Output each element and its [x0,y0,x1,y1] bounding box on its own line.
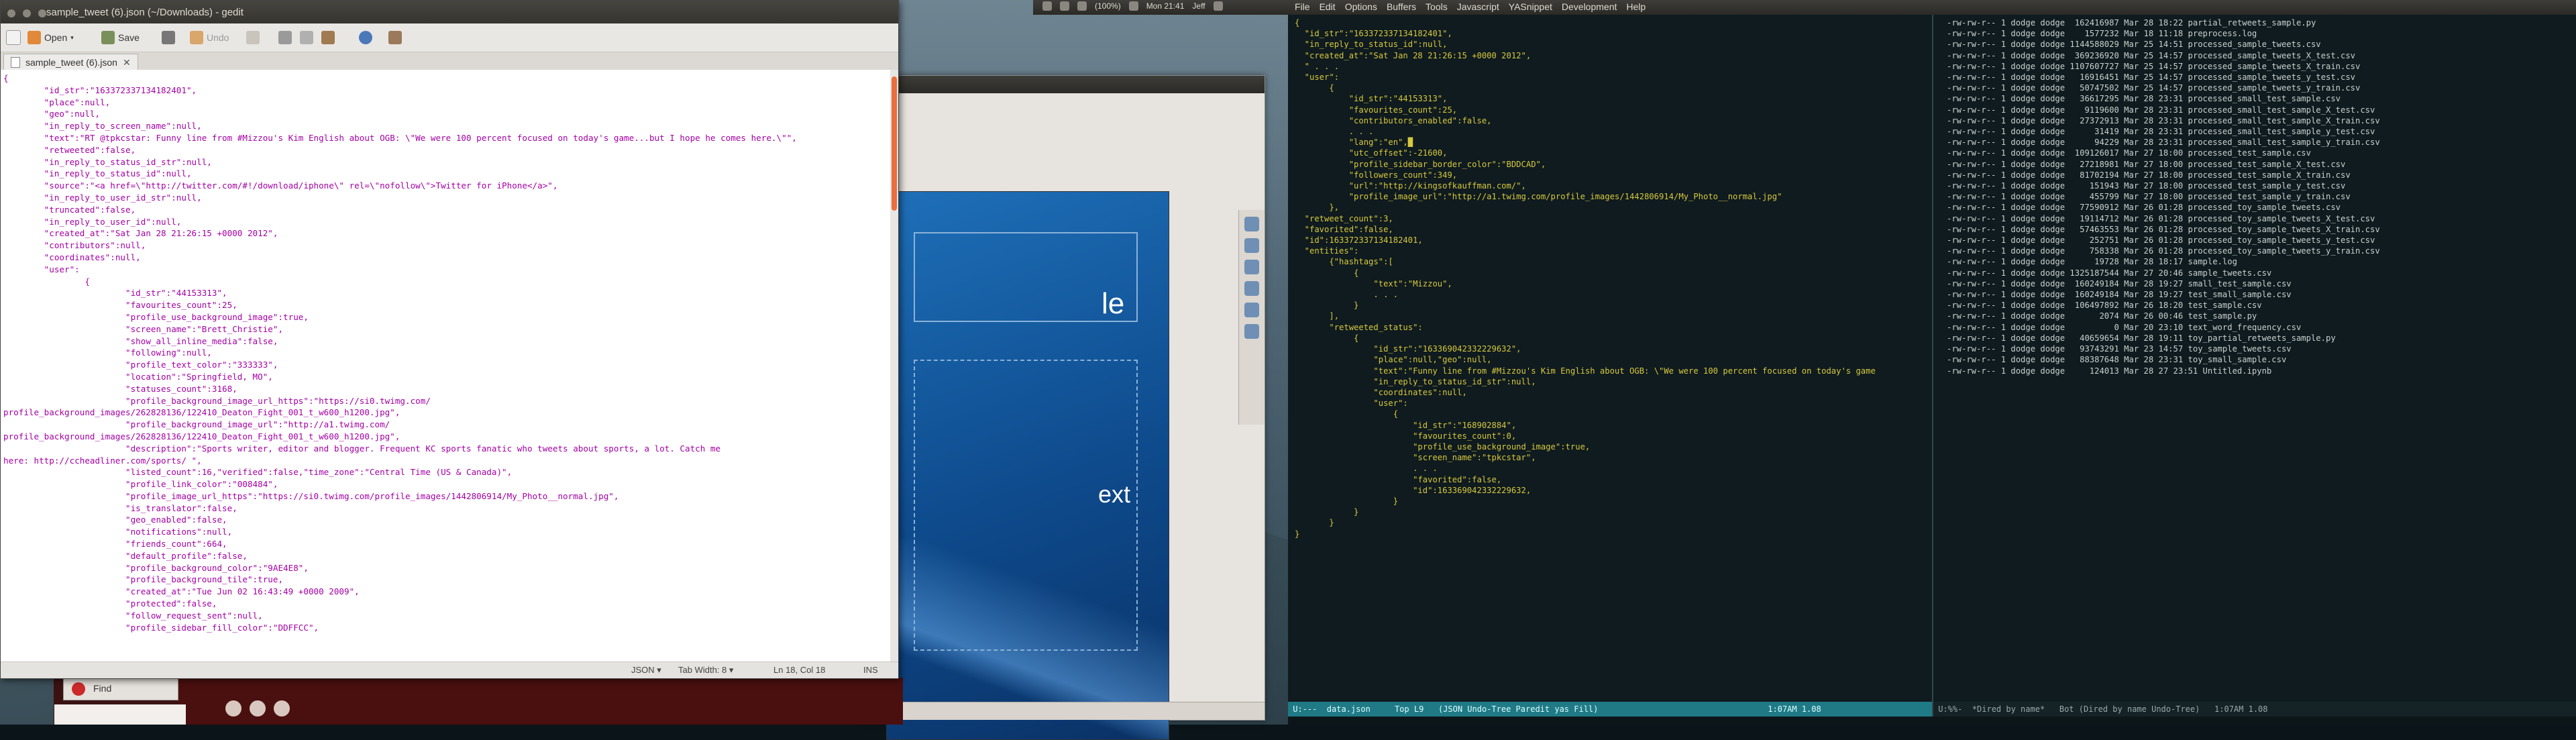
tab-label: sample_tweet (6).json [25,57,117,68]
gedit-tabbar: sample_tweet (6).json ✕ [1,52,898,70]
document-tab[interactable]: sample_tweet (6).json ✕ [3,54,138,70]
open-button[interactable]: Open ▾ [28,30,74,46]
language-selector[interactable]: JSON ▾ [631,665,661,676]
cut-icon [278,31,292,44]
copy-button[interactable] [300,30,313,46]
gedit-statusbar: JSON ▾ Tab Width: 8 ▾ Ln 18, Col 18 INS [1,662,898,678]
undo-label: Undo [207,32,229,43]
animation-icon[interactable] [1244,303,1259,317]
emacs-modeline-left: U:--- data.json Top L9 (JSON Undo-Tree P… [1288,702,1932,717]
print-icon [162,31,175,44]
menu-options[interactable]: Options [1345,1,1377,12]
close-tab-icon[interactable]: ✕ [123,57,131,68]
impress-window[interactable]: le ext [859,75,1265,740]
slide-canvas[interactable]: le ext [886,191,1169,740]
undo-icon [190,31,203,44]
save-icon [101,31,115,44]
emacs-menubar: File Edit Options Buffers Tools Javascri… [1295,1,1646,12]
save-button[interactable]: Save [101,30,140,46]
menu-edit[interactable]: Edit [1320,1,1336,12]
cut-button[interactable] [278,30,292,46]
background-app-window[interactable]: Find [54,678,903,725]
navigator-icon[interactable] [1244,281,1259,296]
menu-file[interactable]: File [1295,1,1310,12]
impress-titlebar[interactable] [859,76,1265,93]
menu-help[interactable]: Help [1626,1,1646,12]
dired-listing[interactable]: -rw-rw-r-- 1 dodge dodge 162416987 Mar 2… [1933,15,2576,376]
impress-statusbar [859,702,1265,720]
cursor-position: Ln 18, Col 18 [773,665,826,675]
gedit-scrollbar[interactable] [890,70,898,662]
phone-icon[interactable] [274,700,290,717]
find-bar[interactable]: Find [63,678,178,700]
new-document-icon [6,30,21,45]
replace-icon [388,31,402,44]
user-name[interactable]: Jeff [1192,1,1205,11]
paste-button[interactable] [321,30,335,46]
tab-width-selector[interactable]: Tab Width: 8 ▾ [678,665,733,676]
emacs-dired-buffer[interactable]: -rw-rw-r-- 1 dodge dodge 162416987 Mar 2… [1933,15,2576,702]
stop-icon[interactable] [72,682,85,696]
emacs-json-buffer[interactable]: { "id_str":"163372337134182401", "in_rep… [1288,15,1932,702]
mail-icon[interactable] [1060,1,1069,11]
volume-icon[interactable] [1128,1,1138,11]
gedit-titlebar[interactable]: sample_tweet (6).json (~/Downloads) - ge… [1,1,898,23]
copy-icon [300,31,313,44]
window-title: sample_tweet (6).json (~/Downloads) - ge… [46,7,244,18]
transition-icon[interactable] [1244,324,1259,339]
document-icon [11,57,20,68]
emacs-json-text[interactable]: { "id_str":"163372337134182401", "in_rep… [1288,15,1932,539]
close-window-icon[interactable] [7,9,15,17]
network-icon[interactable] [1042,1,1052,11]
impress-sidebar[interactable] [1238,210,1265,425]
app-toolbar [178,678,903,725]
slide-text-fragment: ext [1098,480,1131,508]
insert-mode: INS [863,665,878,675]
new-button[interactable] [6,30,21,46]
user-icon[interactable] [225,700,241,717]
gallery-icon[interactable] [1244,260,1259,274]
json-document-text[interactable]: { "id_str":"163372337134182401", "place"… [1,70,890,636]
gedit-window[interactable]: sample_tweet (6).json (~/Downloads) - ge… [0,0,899,679]
search-icon [359,31,372,44]
folder-icon [28,31,41,44]
emacs-modeline-right: U:%%- *Dired by name* Bot (Dired by name… [1933,702,2576,717]
menu-javascript[interactable]: Javascript [1457,1,1499,12]
find-label: Find [93,683,112,694]
maximize-window-icon[interactable] [38,9,47,17]
replace-button[interactable] [388,30,402,46]
find-pane [54,704,186,725]
save-label: Save [118,32,140,43]
clock[interactable]: Mon 21:41 [1146,1,1185,11]
scrollbar-thumb[interactable] [892,76,897,211]
battery-percent: (100%) [1095,1,1121,11]
styles-icon[interactable] [1244,238,1259,253]
redo-icon [246,31,260,44]
top-panel: (100%) Mon 21:41 Jeff File Edit Options … [1033,0,2576,15]
slide-title-fragment: le [1102,287,1125,320]
menu-development[interactable]: Development [1562,1,1617,12]
menu-yasnippet[interactable]: YASnippet [1509,1,1552,12]
print-button[interactable] [162,30,175,46]
emacs-minibuffer[interactable] [1288,717,2576,725]
menu-buffers[interactable]: Buffers [1387,1,1416,12]
gedit-text-editor[interactable]: { "id_str":"163372337134182401", "place"… [1,70,890,662]
open-label: Open [44,32,68,43]
find-button[interactable] [359,30,372,46]
minimize-window-icon[interactable] [23,9,32,17]
paste-icon [321,31,335,44]
chat-icon[interactable] [250,700,266,717]
system-tray: (100%) Mon 21:41 Jeff [1042,1,1223,11]
undo-button[interactable]: Undo [190,30,229,46]
settings-gear-icon[interactable] [1213,1,1223,11]
properties-icon[interactable] [1244,217,1259,231]
menu-tools[interactable]: Tools [1426,1,1448,12]
battery-icon[interactable] [1077,1,1087,11]
redo-button[interactable] [246,30,260,46]
gedit-toolbar: Open ▾ Save Undo [1,23,898,52]
